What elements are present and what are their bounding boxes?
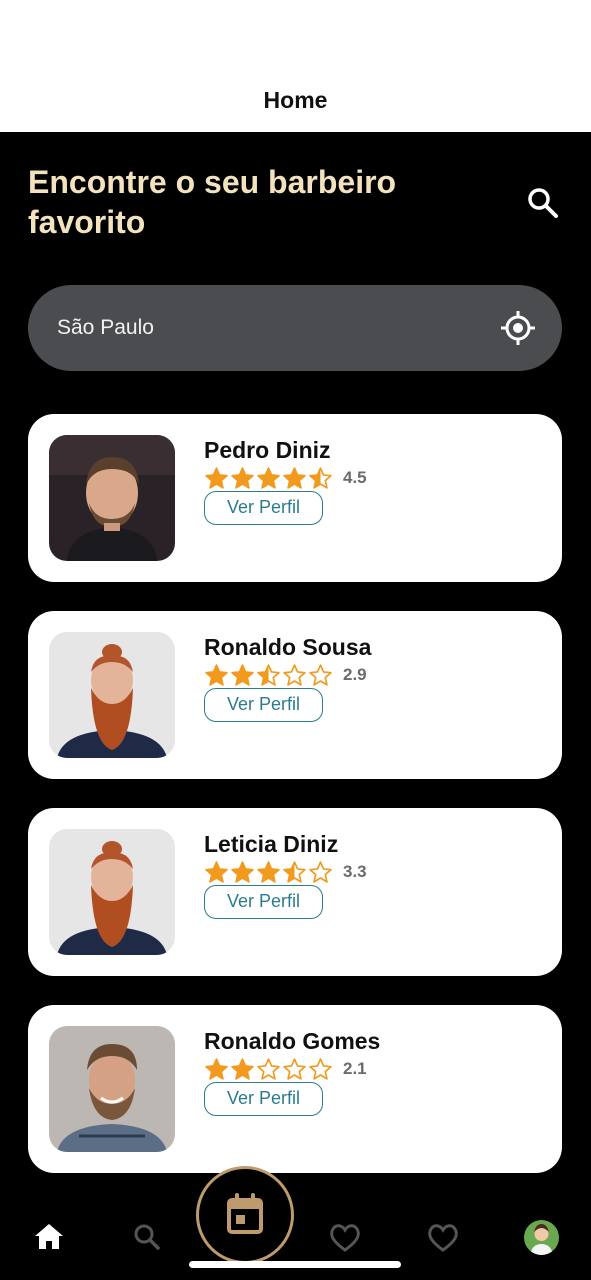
rating-stars: 4.5 bbox=[204, 465, 367, 491]
search-icon bbox=[134, 1224, 160, 1250]
barber-name: Pedro Diniz bbox=[204, 437, 331, 463]
star-full-icon bbox=[205, 1057, 228, 1080]
star-empty-icon bbox=[309, 860, 332, 883]
view-profile-button[interactable]: Ver Perfil bbox=[204, 1082, 323, 1116]
view-profile-button[interactable]: Ver Perfil bbox=[204, 491, 323, 525]
calendar-button[interactable] bbox=[196, 1166, 294, 1264]
locate-me-button[interactable] bbox=[499, 309, 537, 347]
nav-favorites[interactable] bbox=[325, 1217, 365, 1257]
heart-icon bbox=[330, 1224, 360, 1252]
nav-profile-avatar[interactable] bbox=[524, 1220, 559, 1255]
star-empty-icon bbox=[309, 1057, 332, 1080]
nav-favorites-2[interactable] bbox=[423, 1217, 463, 1257]
star-half-icon bbox=[257, 663, 280, 686]
star-full-icon bbox=[283, 466, 306, 489]
barber-card[interactable]: Pedro Diniz 4.5 Ver Perfil bbox=[28, 414, 562, 582]
nav-home[interactable] bbox=[29, 1217, 69, 1257]
home-icon bbox=[35, 1224, 63, 1249]
rating-value: 2.1 bbox=[343, 1059, 367, 1078]
barber-card[interactable]: Leticia Diniz 3.3 Ver Perfil bbox=[28, 808, 562, 976]
star-half-icon bbox=[283, 860, 306, 883]
barber-card[interactable]: Ronaldo Gomes 2.1 Ver Perfil bbox=[28, 1005, 562, 1173]
view-profile-button[interactable]: Ver Perfil bbox=[204, 688, 323, 722]
star-full-icon bbox=[231, 860, 254, 883]
hero-headline: Encontre o seu barbeiro favorito bbox=[28, 164, 397, 240]
location-field[interactable]: São Paulo bbox=[28, 285, 562, 371]
star-full-icon bbox=[231, 1057, 254, 1080]
barber-name: Ronaldo Gomes bbox=[204, 1028, 381, 1054]
home-indicator bbox=[189, 1261, 401, 1268]
rating-stars: 2.1 bbox=[204, 1056, 367, 1082]
star-empty-icon bbox=[283, 1057, 306, 1080]
barber-name: Leticia Diniz bbox=[204, 831, 339, 857]
star-empty-icon bbox=[257, 1057, 280, 1080]
calendar-icon bbox=[227, 1193, 263, 1234]
gps-target-icon bbox=[501, 311, 535, 345]
star-full-icon bbox=[205, 663, 228, 686]
page-title: Home bbox=[263, 87, 328, 113]
barber-photo bbox=[49, 829, 175, 955]
view-profile-button[interactable]: Ver Perfil bbox=[204, 885, 323, 919]
barber-card[interactable]: Ronaldo Sousa 2.9 Ver Perfil bbox=[28, 611, 562, 779]
star-empty-icon bbox=[283, 663, 306, 686]
star-full-icon bbox=[205, 466, 228, 489]
location-value[interactable]: São Paulo bbox=[57, 315, 154, 341]
star-full-icon bbox=[231, 663, 254, 686]
barber-photo bbox=[49, 435, 175, 561]
search-button[interactable] bbox=[524, 184, 562, 222]
star-full-icon bbox=[205, 860, 228, 883]
nav-search[interactable] bbox=[127, 1217, 167, 1257]
barber-photo bbox=[49, 1026, 175, 1152]
heart-icon bbox=[428, 1224, 458, 1252]
profile-avatar-icon bbox=[524, 1220, 559, 1255]
star-full-icon bbox=[231, 466, 254, 489]
barber-photo bbox=[49, 632, 175, 758]
top-bar: Home bbox=[0, 0, 591, 132]
star-empty-icon bbox=[309, 663, 332, 686]
rating-value: 4.5 bbox=[343, 468, 367, 487]
rating-value: 3.3 bbox=[343, 862, 367, 881]
star-full-icon bbox=[257, 860, 280, 883]
star-full-icon bbox=[257, 466, 280, 489]
search-icon bbox=[528, 188, 558, 218]
rating-value: 2.9 bbox=[343, 665, 367, 684]
star-half-icon bbox=[309, 466, 332, 489]
rating-stars: 3.3 bbox=[204, 859, 367, 885]
rating-stars: 2.9 bbox=[204, 662, 367, 688]
barber-name: Ronaldo Sousa bbox=[204, 634, 372, 660]
